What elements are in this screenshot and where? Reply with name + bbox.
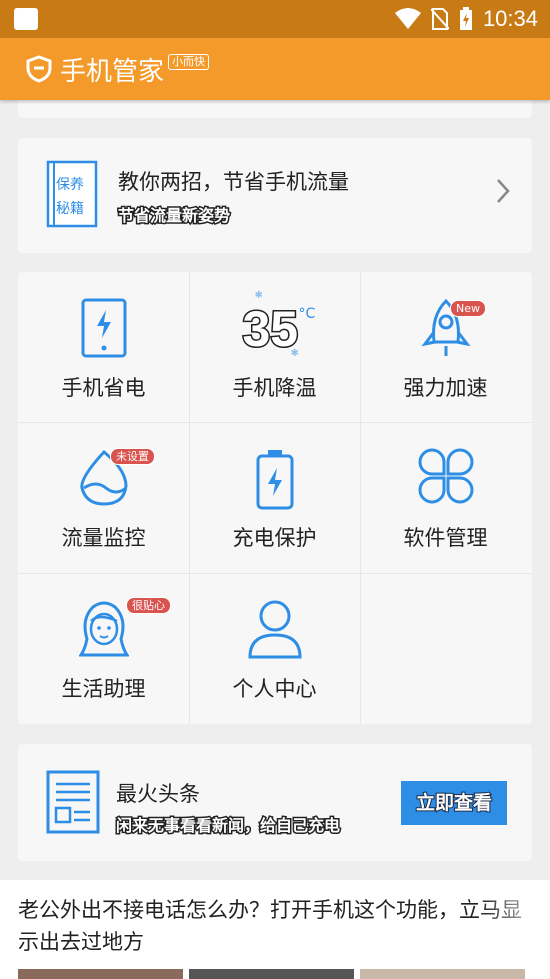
tip-title: 教你两招，节省手机流量 — [118, 170, 349, 194]
article-thumbnail — [360, 969, 525, 979]
temperature-unit: °C — [298, 306, 316, 322]
grid-item-cooling[interactable]: 35 °C ✱ ✱ 手机降温 — [189, 272, 360, 422]
grid-item-boost[interactable]: New 强力加速 — [360, 272, 531, 422]
article-thumbnails[interactable] — [18, 969, 525, 979]
book-icon: 保养 秘籍 — [46, 160, 98, 228]
tools-grid: 手机省电 35 °C ✱ ✱ 手机降温 New 强力加速 未设置 流量监控 充电… — [18, 272, 532, 724]
not-set-tag: 未设置 — [110, 448, 155, 465]
grid-item-label: 手机降温 — [232, 376, 317, 400]
temperature-icon: 35 °C ✱ ✱ — [235, 290, 316, 359]
app-bar: 手机管家 小而快 — [0, 38, 550, 100]
news-title: 最火头条 — [116, 782, 200, 806]
care-tag: 很贴心 — [126, 597, 171, 614]
grid-item-power-saving[interactable]: 手机省电 — [18, 272, 189, 422]
grid-item-label: 强力加速 — [403, 376, 488, 400]
watermark-overlay — [480, 896, 550, 946]
grid-item-label: 个人中心 — [232, 677, 317, 701]
app-badge: 小而快 — [168, 54, 210, 70]
article-item[interactable]: 老公外出不接电话怎么办？打开手机这个功能，立马显示出去过地方 — [0, 880, 550, 979]
news-card[interactable]: 最火头条 闲来无事看看新闻，给自己充电 立即查看 — [18, 744, 532, 861]
grid-item-personal-center[interactable]: 个人中心 — [189, 573, 360, 723]
tip-card[interactable]: 保养 秘籍 教你两招，节省手机流量 节省流量新姿势 — [18, 138, 532, 253]
view-now-button[interactable]: 立即查看 — [401, 781, 507, 825]
grid-item-label: 充电保护 — [232, 526, 317, 550]
app-title: 手机管家 — [60, 56, 165, 87]
battery-icon — [256, 450, 293, 510]
notification-icon — [14, 8, 38, 30]
snowflake-icon: ✱ — [290, 348, 299, 359]
grid-item-data-monitor[interactable]: 未设置 流量监控 — [18, 422, 189, 572]
grid-item-label: 流量监控 — [61, 526, 146, 550]
shield-icon — [26, 55, 52, 83]
phone-battery-icon — [81, 298, 126, 358]
user-icon — [247, 600, 302, 659]
grid-item-label: 生活助理 — [61, 677, 146, 701]
chevron-right-icon — [497, 179, 510, 203]
status-bar: 10:34 — [0, 0, 550, 38]
grid-item-label: 手机省电 — [61, 376, 146, 400]
status-icons: 10:34 — [394, 6, 538, 32]
assistant-avatar-icon — [78, 601, 129, 657]
no-sim-icon — [430, 8, 449, 30]
book-text-1: 保养 — [56, 177, 84, 193]
snowflake-icon: ✱ — [254, 290, 263, 301]
apps-clover-icon — [418, 448, 473, 504]
news-subtitle: 闲来无事看看新闻，给自己充电 — [114, 815, 341, 837]
grid-item-label: 软件管理 — [403, 526, 488, 550]
grid-item-app-manager[interactable]: 软件管理 — [360, 422, 531, 572]
book-text-2: 秘籍 — [56, 201, 84, 217]
article-thumbnail — [18, 969, 183, 979]
wifi-icon — [394, 8, 421, 29]
article-thumbnail — [189, 969, 354, 979]
news-document-icon — [46, 770, 100, 834]
grid-item-charging-protection[interactable]: 充电保护 — [189, 422, 360, 572]
article-headline[interactable]: 老公外出不接电话怎么办？打开手机这个功能，立马显示出去过地方 — [18, 894, 528, 958]
battery-charging-icon — [459, 7, 472, 30]
grid-item-life-assistant[interactable]: 很贴心 生活助理 — [18, 573, 189, 723]
tip-subtitle: 节省流量新姿势 — [116, 205, 231, 227]
clock: 10:34 — [482, 6, 538, 31]
new-tag: New — [450, 300, 486, 317]
